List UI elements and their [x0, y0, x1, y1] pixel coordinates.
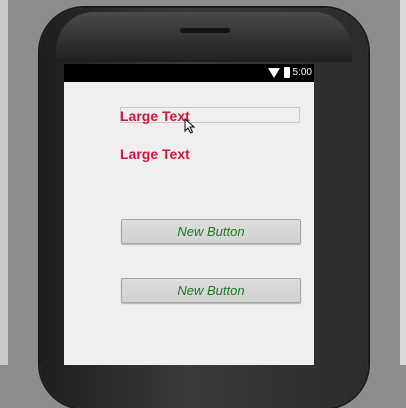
status-bar: 5:00: [64, 64, 314, 82]
editor-left-panel: [0, 0, 8, 365]
battery-icon: [284, 67, 290, 78]
new-button-2[interactable]: New Button: [121, 278, 301, 303]
large-text-view-1[interactable]: Large Text: [120, 108, 190, 124]
phone-bezel-top: [56, 12, 352, 62]
wifi-icon: [268, 68, 280, 78]
phone-speaker: [180, 28, 230, 33]
device-screen: 5:00 Large Text Large Text New Button Ne…: [64, 64, 314, 365]
large-text-view-2[interactable]: Large Text: [120, 146, 190, 162]
new-button-1[interactable]: New Button: [121, 219, 301, 244]
status-time: 5:00: [292, 67, 312, 78]
mouse-cursor-icon: [184, 118, 196, 134]
editor-right-panel: [400, 0, 406, 365]
